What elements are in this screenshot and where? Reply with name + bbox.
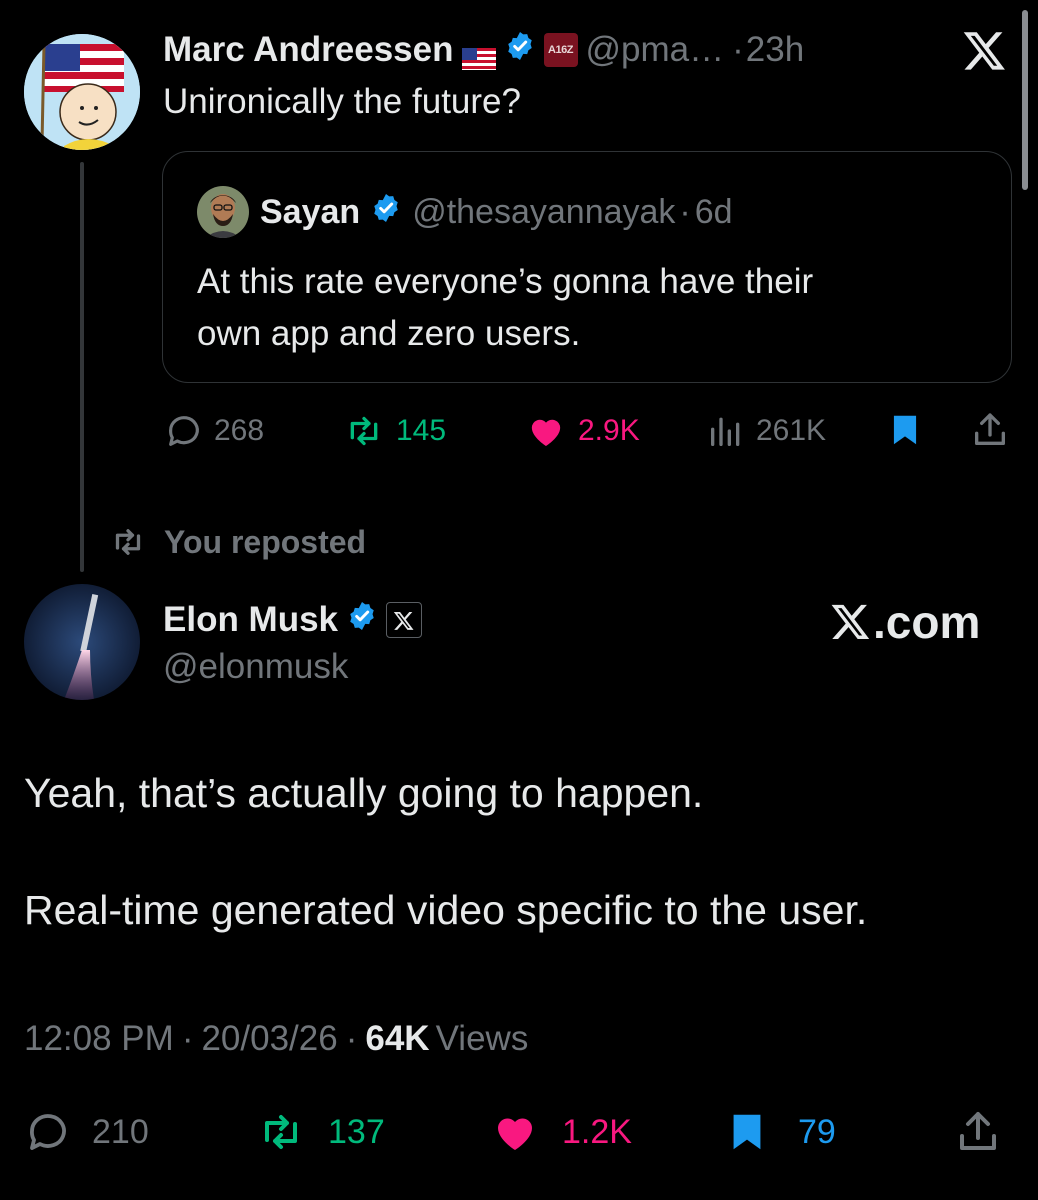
repost-count: 145 [396,414,447,447]
quoted-text: At this rate everyone’s gonna have their… [197,256,813,360]
bookmark-button[interactable]: 79 [724,1106,836,1158]
x-logo-icon [831,604,870,639]
bookmark-icon [893,415,917,445]
heart-icon [498,1118,532,1150]
views-button[interactable]: 261K [706,408,826,454]
post-time[interactable]: 12:08 PM [24,1019,174,1059]
bookmark-icon [733,1114,761,1150]
post-date[interactable]: 20/03/26 [201,1019,337,1059]
reply-header: Elon Musk [163,598,423,642]
separator: · [679,192,691,231]
reply-count: 210 [92,1112,149,1151]
original-post-actions: 268 145 2.9K 261K [164,408,1010,454]
repost-banner: You reposted [108,520,366,564]
reply-icon [169,416,199,446]
verified-badge-icon[interactable] [346,600,378,641]
author-name[interactable]: Marc Andreessen [163,30,454,70]
share-button[interactable] [954,1108,1002,1161]
avatar-elon-musk[interactable] [24,584,140,700]
author-handle[interactable]: @pma… [586,30,725,70]
author-handle[interactable]: @elonmusk [163,647,348,687]
like-count: 1.2K [562,1112,632,1151]
like-button[interactable]: 2.9K [524,408,640,454]
repost-banner-label: You reposted [164,523,367,560]
separator: · [181,1019,194,1058]
repost-icon [350,416,378,446]
share-button[interactable] [970,410,1010,455]
like-button[interactable]: 1.2K [488,1106,632,1158]
reply-text-line: Yeah, that’s actually going to happen. [24,770,704,816]
affiliation-badge[interactable]: A16Z [543,33,578,67]
avatar-image [24,584,140,700]
reply-button[interactable]: 268 [164,408,264,454]
avatar-image [24,34,140,150]
views-count: 261K [756,414,827,447]
affiliation-x-badge-icon[interactable] [386,602,423,638]
post-meta: 12:08 PM · 20/03/26 · 64K Views [24,1019,528,1059]
verified-badge-icon[interactable] [370,192,402,233]
avatar-marc-andreessen[interactable] [24,34,140,150]
quoted-text-line: At this rate everyone’s gonna have their [197,262,814,301]
reply-post-actions: 210 137 1.2K 79 [24,1106,1014,1158]
flag-icon [461,39,496,70]
bookmark-count: 79 [798,1112,836,1151]
quoted-author-name[interactable]: Sayan [260,193,360,232]
repost-count: 137 [328,1112,385,1151]
repost-icon [115,529,141,555]
reply-text: Yeah, that’s actually going to happen. R… [24,770,867,934]
separator: · [732,30,744,69]
quoted-header: Sayan @thesayannayak · 6d [260,190,733,234]
author-name[interactable]: Elon Musk [163,600,338,640]
share-icon [975,413,1005,445]
views-label: Views [435,1019,529,1058]
repost-icon [265,1115,297,1149]
separator: · [345,1019,358,1058]
reply-button[interactable]: 210 [24,1106,149,1158]
analytics-icon [711,417,740,446]
post-header: Marc Andreessen A16Z @pma… · 23h [163,28,804,72]
quoted-author-handle[interactable]: @thesayannayak [412,193,675,232]
thread-line [80,162,84,572]
views-count: 64K [365,1019,430,1058]
repost-button[interactable]: 137 [254,1106,385,1158]
reply-icon [30,1114,66,1150]
bookmark-button[interactable] [886,410,924,455]
like-count: 2.9K [578,414,640,447]
quoted-post-time[interactable]: 6d [695,193,733,232]
profile-link-text: .com [873,596,981,648]
heart-icon [531,419,561,446]
repost-button[interactable]: 145 [342,408,446,454]
profile-link[interactable]: .com [830,594,980,650]
scrollbar[interactable] [1022,10,1028,190]
reply-text-line: Real-time generated video specific to th… [24,887,868,933]
post-time[interactable]: 23h [746,30,804,70]
reply-count: 268 [214,414,265,447]
x-logo-icon[interactable] [962,28,1010,76]
post-text: Unironically the future? [163,82,521,121]
avatar-image [197,186,249,238]
avatar-sayan[interactable] [197,186,249,238]
quoted-text-line: own app and zero users. [197,314,581,353]
verified-badge-icon[interactable] [504,30,536,71]
share-icon [960,1112,996,1150]
